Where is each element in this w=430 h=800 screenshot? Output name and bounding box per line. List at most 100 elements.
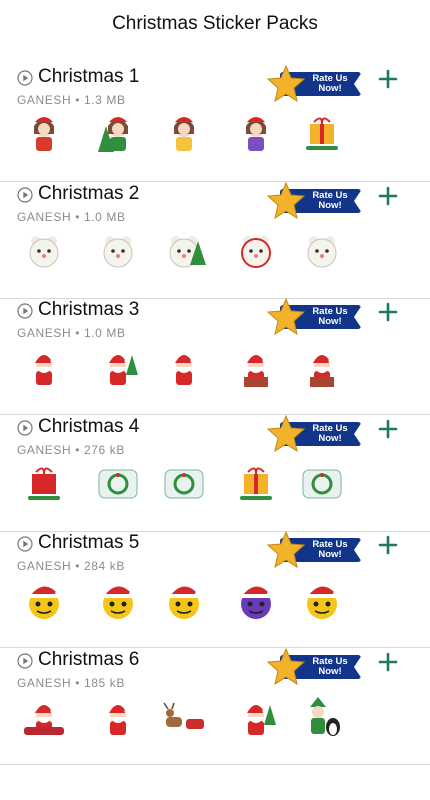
bear-tree-sticker[interactable] <box>162 229 206 273</box>
stocking-sticker[interactable] <box>22 462 66 506</box>
rate-us-button[interactable]: Rate Us Now! <box>266 531 362 569</box>
play-preview-icon[interactable] <box>17 420 33 436</box>
emoji-devil-sticker[interactable] <box>234 578 278 622</box>
star-icon <box>266 181 306 219</box>
pack-meta: GANESH • 1.0 MB <box>17 210 126 224</box>
sticker-pack-row[interactable]: Christmas 5 GANESH • 284 kB Rate Us Now! <box>0 531 430 649</box>
pack-meta: GANESH • 276 kB <box>17 443 125 457</box>
star-icon <box>266 297 306 336</box>
rate-us-label: Rate Us Now! <box>312 539 348 561</box>
rate-us-label: Rate Us Now! <box>312 422 348 444</box>
meta-separator: • <box>75 209 84 224</box>
pack-meta: GANESH • 1.0 MB <box>17 326 126 340</box>
play-preview-icon[interactable] <box>17 653 33 669</box>
row-divider <box>0 764 430 765</box>
pack-size: 284 kB <box>83 559 125 574</box>
wreath-card-sticker[interactable] <box>162 462 206 506</box>
rate-us-label: Rate Us Now! <box>312 73 348 94</box>
sticker-pack-row[interactable]: Christmas 2 GANESH • 1.0 MB Rate Us Now! <box>0 181 430 299</box>
rate-us-button[interactable]: Rate Us Now! <box>266 414 362 452</box>
sticker-pack-row[interactable]: Christmas 3 GANESH • 1.0 MB Rate Us Now! <box>0 297 430 416</box>
sticker-preview-strip <box>0 695 430 741</box>
sticker-pack-row[interactable]: Christmas 6 GANESH • 185 kB Rate Us Now! <box>0 647 430 765</box>
sticker-pack-row[interactable]: Christmas 1 GANESH • 1.3 MB Rate Us Now! <box>0 64 430 182</box>
trees-card-sticker[interactable] <box>300 462 344 506</box>
santa-chimney-sticker[interactable] <box>234 345 278 389</box>
sticker-preview-strip <box>0 229 430 275</box>
gift-sticker[interactable] <box>234 462 278 506</box>
rate-us-button[interactable]: Rate Us Now! <box>266 647 362 686</box>
bear-sticker[interactable] <box>22 229 66 273</box>
star-icon <box>266 647 306 686</box>
rate-us-label: Rate Us Now! <box>312 189 348 211</box>
rate-us-button[interactable]: Rate Us Now! <box>266 181 362 219</box>
publisher-name: GANESH <box>17 559 72 574</box>
santa-village-sticker[interactable] <box>96 695 140 739</box>
pack-title: Christmas 4 <box>38 415 140 437</box>
sheep-ornament-sticker[interactable] <box>234 229 278 273</box>
rate-us-label: Rate Us Now! <box>312 306 348 328</box>
pack-title: Christmas 6 <box>38 649 140 670</box>
santa-tree-sticker[interactable] <box>96 345 140 389</box>
santa-chimney-sticker[interactable] <box>300 345 344 389</box>
play-preview-icon[interactable] <box>17 186 33 203</box>
rate-us-label: Rate Us Now! <box>312 656 348 677</box>
rate-us-button[interactable]: Rate Us Now! <box>266 297 362 336</box>
pack-title: Christmas 5 <box>38 532 140 554</box>
play-preview-icon[interactable] <box>17 70 33 86</box>
santa-sleigh-sticker[interactable] <box>22 695 66 739</box>
sticker-preview-strip <box>0 112 430 158</box>
publisher-name: GANESH <box>17 326 72 341</box>
publisher-name: GANESH <box>17 442 72 457</box>
sticker-preview-strip <box>0 345 430 391</box>
pack-meta: GANESH • 1.3 MB <box>17 93 126 107</box>
emoji-rose-sticker[interactable] <box>22 578 66 622</box>
add-to-whatsapp-icon[interactable] <box>377 68 399 90</box>
emoji-hearts-sticker[interactable] <box>96 578 140 622</box>
elf-penguin-sticker[interactable] <box>300 695 344 739</box>
card-sticker[interactable] <box>96 462 140 506</box>
star-icon <box>266 531 306 569</box>
pack-size: 276 kB <box>83 442 125 457</box>
add-to-whatsapp-icon[interactable] <box>377 301 399 323</box>
sticker-preview-strip <box>0 578 430 624</box>
girl-sticker[interactable] <box>22 112 66 156</box>
play-preview-icon[interactable] <box>17 536 33 552</box>
page-title: Christmas Sticker Packs <box>112 13 318 34</box>
publisher-name: GANESH <box>17 209 72 224</box>
add-to-whatsapp-icon[interactable] <box>377 185 399 207</box>
bear-sticker[interactable] <box>300 229 344 273</box>
play-preview-icon[interactable] <box>17 303 33 319</box>
girl-sign-sticker[interactable] <box>162 112 206 156</box>
emoji-sad-sticker[interactable] <box>162 578 206 622</box>
christmas-tree-girl-sticker[interactable] <box>96 112 140 156</box>
dogs-sticker[interactable] <box>96 229 140 273</box>
santa-thanks-sticker[interactable] <box>162 345 206 389</box>
santa-tree-sticker[interactable] <box>234 695 278 739</box>
emoji-wink-sticker[interactable] <box>300 578 344 622</box>
girl-sticker[interactable] <box>234 112 278 156</box>
meta-separator: • <box>75 442 84 457</box>
pack-size: 185 kB <box>83 676 125 690</box>
meta-separator: • <box>75 326 84 341</box>
add-to-whatsapp-icon[interactable] <box>377 651 399 673</box>
sticker-pack-row[interactable]: Christmas 4 GANESH • 276 kB Rate Us Now! <box>0 414 430 532</box>
add-to-whatsapp-icon[interactable] <box>377 418 399 440</box>
reindeer-sleigh-sticker[interactable] <box>162 695 206 739</box>
publisher-name: GANESH <box>17 676 72 690</box>
add-to-whatsapp-icon[interactable] <box>377 534 399 556</box>
pack-size: 1.0 MB <box>83 209 126 224</box>
pack-meta: GANESH • 284 kB <box>17 559 125 573</box>
pack-size: 1.0 MB <box>83 326 126 341</box>
meta-separator: • <box>75 93 84 107</box>
pack-size: 1.3 MB <box>83 93 126 107</box>
sticker-preview-strip <box>0 462 430 508</box>
star-icon <box>266 64 306 103</box>
santa-sticker[interactable] <box>22 345 66 389</box>
meta-separator: • <box>75 676 84 690</box>
girl-gift-sticker[interactable] <box>300 112 344 156</box>
rate-us-button[interactable]: Rate Us Now! <box>266 64 362 103</box>
pack-meta: GANESH • 185 kB <box>17 676 125 690</box>
pack-title: Christmas 3 <box>38 299 140 321</box>
pack-title: Christmas 1 <box>38 66 140 87</box>
